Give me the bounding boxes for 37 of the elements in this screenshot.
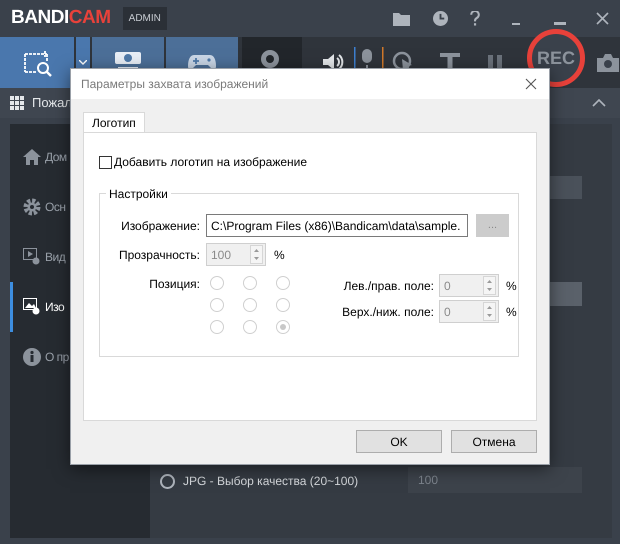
transparency-label: Прозрачность: bbox=[118, 246, 200, 264]
image-label: Изображение: bbox=[120, 218, 200, 234]
camera-icon[interactable] bbox=[597, 54, 619, 72]
collapse-icon[interactable] bbox=[592, 99, 606, 107]
margin-label: Верх./ниж. поле: bbox=[341, 304, 434, 320]
unit-label: % bbox=[506, 304, 517, 320]
jpg-quality-radio[interactable]: JPG - Выбор качества (20~100) bbox=[160, 472, 358, 490]
dialog-title: Параметры захвата изображений bbox=[81, 76, 268, 93]
tab[interactable]: Логотип bbox=[83, 112, 145, 133]
margin-label: Лев./прав. поле: bbox=[342, 278, 434, 294]
dialog-button[interactable]: Отмена bbox=[451, 430, 537, 453]
screen-mode-button[interactable] bbox=[0, 37, 74, 88]
app-logo: BANDICAM bbox=[11, 6, 111, 30]
help-icon[interactable] bbox=[470, 11, 480, 26]
close-icon[interactable] bbox=[596, 12, 609, 25]
grid-icon[interactable] bbox=[10, 96, 24, 110]
sidebar-item[interactable]: Осн bbox=[10, 182, 70, 232]
unit-label: % bbox=[506, 278, 517, 294]
video-icon[interactable] bbox=[23, 248, 41, 266]
dialog-button[interactable]: OK bbox=[356, 430, 442, 453]
unit-label: % bbox=[274, 246, 285, 264]
home-icon[interactable] bbox=[23, 148, 41, 166]
close-icon[interactable] bbox=[525, 78, 537, 90]
info-icon[interactable] bbox=[23, 348, 41, 366]
admin-badge: ADMIN bbox=[122, 7, 167, 30]
sidebar-item[interactable]: Дом bbox=[10, 132, 70, 182]
sidebar-item[interactable]: Вид bbox=[10, 232, 70, 282]
sidebar-item[interactable]: О пр bbox=[10, 332, 70, 382]
folder-icon[interactable] bbox=[393, 11, 411, 26]
minimize-icon[interactable] bbox=[512, 22, 520, 26]
caret-icon[interactable] bbox=[79, 60, 87, 65]
clock-icon[interactable] bbox=[433, 11, 448, 26]
minimize-icon[interactable] bbox=[554, 22, 566, 26]
position-label: Позиция: bbox=[148, 276, 200, 293]
add-logo-checkbox[interactable]: Добавить логотип на изображение bbox=[99, 153, 519, 171]
image-icon[interactable] bbox=[23, 298, 41, 316]
gear-icon[interactable] bbox=[23, 198, 41, 216]
